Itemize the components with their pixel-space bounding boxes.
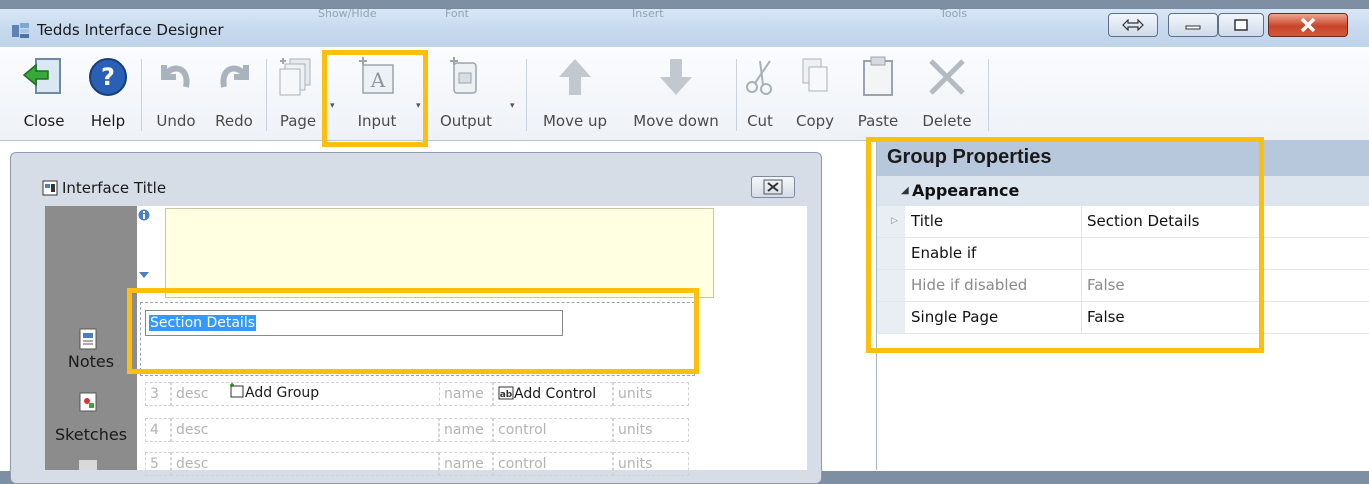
- add-group-label: Add Group: [245, 385, 320, 401]
- row-name[interactable]: name: [439, 452, 493, 476]
- table-row[interactable]: 4 desc name control units: [145, 418, 690, 442]
- row-name[interactable]: name: [439, 418, 493, 442]
- toolbar-separator: [526, 59, 527, 131]
- row-number: 4: [145, 418, 171, 442]
- add-control-icon: ab: [498, 386, 514, 400]
- sidebar-item-notes[interactable]: Notes: [45, 352, 137, 371]
- notes-box[interactable]: [165, 208, 714, 298]
- close-x-icon: [1300, 17, 1316, 33]
- output-calculator-icon: [450, 57, 477, 94]
- move-down-button[interactable]: Move down: [622, 47, 730, 140]
- svg-text:?: ?: [101, 63, 115, 91]
- output-label: Output: [439, 112, 493, 130]
- close-window-button[interactable]: [1268, 13, 1348, 37]
- redo-arrow-icon: [220, 65, 249, 88]
- row-number: 5: [145, 452, 171, 476]
- row-units[interactable]: units: [613, 418, 689, 442]
- toolbar-separator: [988, 59, 989, 131]
- horizontal-arrows-icon: [1122, 19, 1144, 31]
- down-arrow-icon: [660, 59, 692, 95]
- highlight-input-button: [322, 50, 428, 147]
- interface-form-icon: [42, 180, 58, 196]
- add-group-button[interactable]: Add Group: [229, 383, 319, 401]
- copy-label: Copy: [795, 112, 835, 130]
- toolbar-separator: [266, 59, 267, 131]
- move-up-label: Move up: [542, 112, 608, 130]
- ghost-tab-show-hide: Show/Hide: [318, 7, 377, 20]
- toolbar-separator: [141, 59, 142, 131]
- clipboard-icon: [863, 56, 893, 96]
- ghost-tab-tools: Tools: [940, 7, 968, 20]
- svg-text:ab: ab: [500, 390, 513, 400]
- add-control-label: Add Control: [514, 386, 597, 402]
- help-question-icon: ?: [89, 58, 127, 96]
- row-control[interactable]: control: [493, 452, 613, 476]
- row-control[interactable]: control: [493, 418, 613, 442]
- close-tool-button[interactable]: Close: [14, 47, 74, 140]
- info-icon: [138, 209, 150, 221]
- minimize-button[interactable]: [1168, 13, 1218, 37]
- notes-icon: [79, 328, 97, 350]
- copy-pages-icon: [802, 58, 828, 92]
- ghost-tab-insert: Insert: [632, 7, 664, 20]
- copy-button[interactable]: Copy: [790, 47, 840, 140]
- redo-button[interactable]: Redo: [206, 47, 262, 140]
- row-desc[interactable]: desc: [171, 418, 439, 442]
- restore-arrows-button[interactable]: [1108, 13, 1158, 37]
- undo-arrow-icon: [161, 65, 190, 88]
- pin-arrow-icon: [139, 272, 149, 278]
- scissors-icon: [746, 60, 772, 95]
- row-name[interactable]: name: [439, 382, 493, 406]
- app-icon: [12, 23, 29, 38]
- exit-door-icon: [22, 58, 61, 94]
- sidebar-item-sketches[interactable]: Sketches: [45, 425, 137, 444]
- row-number: 3: [145, 382, 171, 406]
- page-label: Page: [279, 112, 317, 130]
- move-down-label: Move down: [633, 112, 719, 130]
- table-row[interactable]: 3 desc Add Group name ab Add Control uni…: [145, 382, 690, 406]
- highlight-section-row: [127, 288, 699, 374]
- row-control[interactable]: ab Add Control: [493, 382, 613, 406]
- help-label: Help: [90, 112, 126, 130]
- undo-label: Undo: [156, 112, 196, 130]
- add-group-icon: [230, 383, 244, 398]
- interface-title: Interface Title: [62, 179, 167, 197]
- panel-close-button[interactable]: [751, 176, 795, 198]
- move-up-button[interactable]: Move up: [530, 47, 620, 140]
- table-row[interactable]: 5 desc name control units: [145, 452, 690, 476]
- paste-button[interactable]: Paste: [850, 47, 906, 140]
- row-desc[interactable]: desc: [171, 452, 439, 476]
- delete-label: Delete: [922, 112, 972, 130]
- page-button[interactable]: Page: [270, 47, 326, 140]
- maximize-button[interactable]: [1218, 13, 1264, 37]
- toolbar: Close ? Help Undo Redo Page ▾ A Input ▾ …: [0, 47, 1369, 141]
- minimize-icon: [1185, 25, 1201, 30]
- row-units[interactable]: units: [613, 452, 689, 476]
- toolbar-separator: [736, 59, 737, 131]
- sketches-icon: [79, 392, 97, 412]
- output-dropdown-arrow-icon[interactable]: ▾: [510, 101, 515, 111]
- ghost-tab-font: Font: [445, 7, 469, 20]
- close-x-icon: [763, 179, 783, 195]
- delete-x-icon: [929, 59, 965, 95]
- row-units[interactable]: units: [613, 382, 689, 406]
- close-tool-label: Close: [23, 112, 65, 130]
- redo-label: Redo: [215, 112, 253, 130]
- paste-label: Paste: [857, 112, 899, 130]
- cut-label: Cut: [747, 112, 773, 130]
- maximize-icon: [1234, 19, 1248, 31]
- title-bar: Tedds Interface Designer Show/Hide Font …: [0, 7, 1369, 47]
- up-arrow-icon: [559, 59, 591, 95]
- cut-button[interactable]: Cut: [740, 47, 780, 140]
- output-button[interactable]: Output: [428, 47, 504, 140]
- highlight-group-properties: [866, 137, 1264, 353]
- page-stack-icon: [279, 58, 311, 96]
- undo-button[interactable]: Undo: [146, 47, 206, 140]
- delete-button[interactable]: Delete: [912, 47, 982, 140]
- sidebar-next-icon: [79, 460, 97, 470]
- help-button[interactable]: ? Help: [80, 47, 136, 140]
- window-title: Tedds Interface Designer: [37, 21, 224, 39]
